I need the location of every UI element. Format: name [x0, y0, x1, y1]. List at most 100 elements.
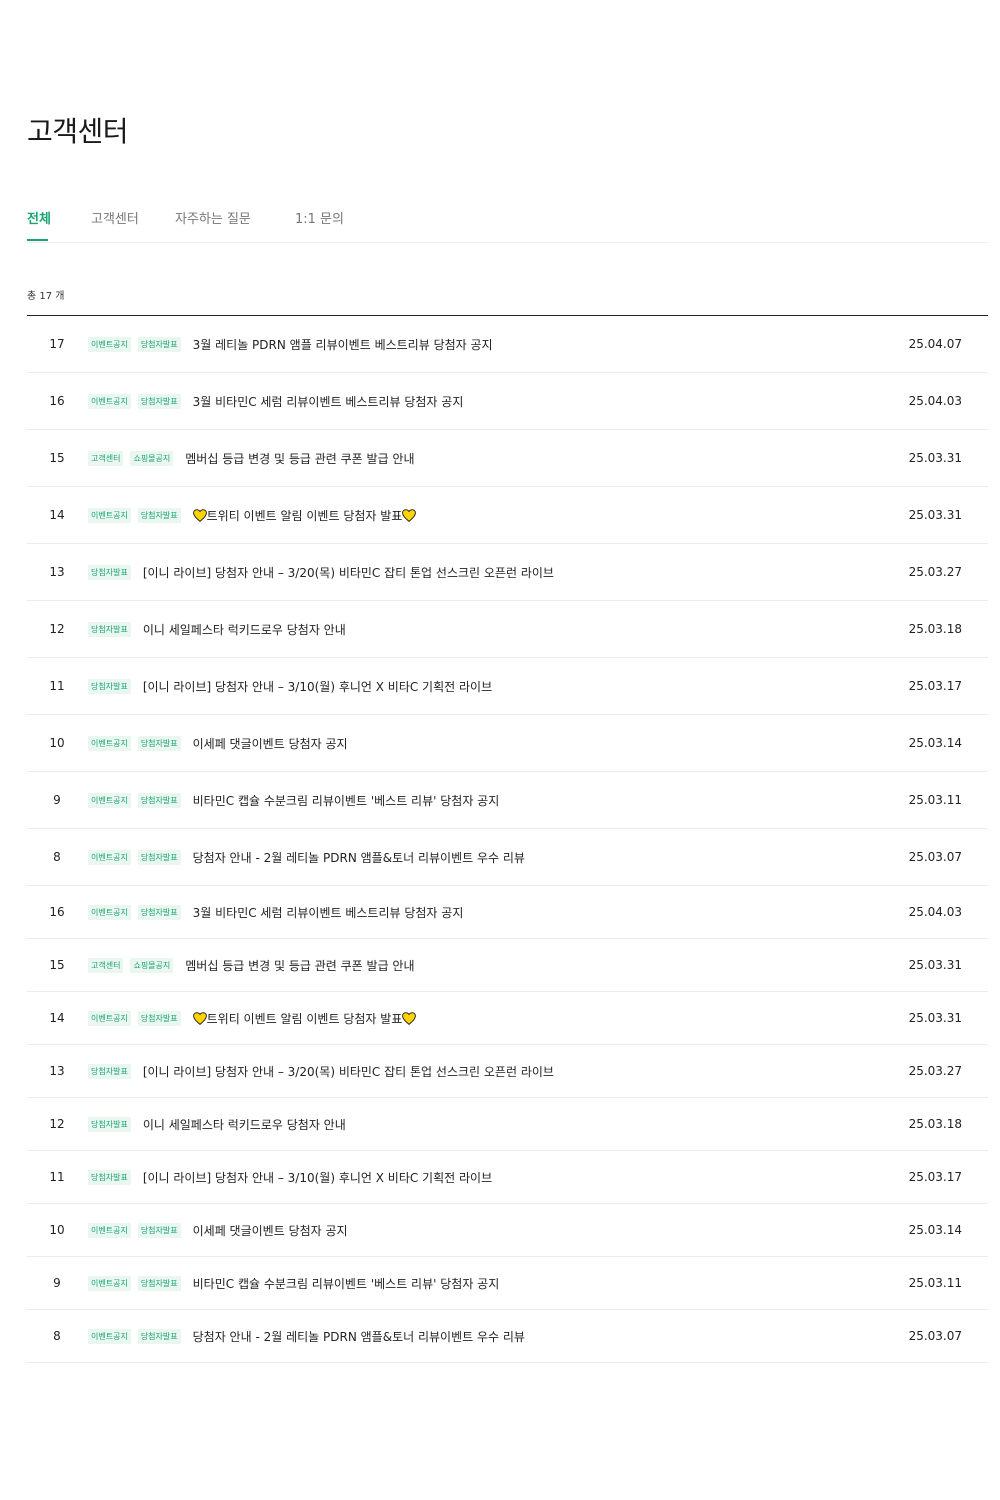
- notice-title-link[interactable]: 비타민C 캡슐 수분크림 리뷰이벤트 '베스트 리뷰' 당첨자 공지: [193, 1275, 500, 1292]
- notice-title: 3월 비타민C 세럼 리뷰이벤트 베스트리뷰 당첨자 공지: [192, 905, 464, 920]
- category-badge: 당첨자발표: [137, 849, 181, 865]
- notice-row[interactable]: 11 당첨자발표 [이니 라이브] 당첨자 안내 – 3/10(월) 후니언 X 비…: [27, 1151, 988, 1204]
- notice-date: 25.03.11: [908, 793, 962, 807]
- notice-title-link[interactable]: 이니 세일페스타 럭키드로우 당첨자 안내: [143, 1116, 346, 1133]
- notice-row[interactable]: 14 이벤트공지 당첨자발표 트위티 이벤트 알림 이벤트 당첨자 발표 25.03.3…: [27, 992, 988, 1045]
- notice-row[interactable]: 9 이벤트공지 당첨자발표 비타민C 캡슐 수분크림 리뷰이벤트 '베스트 리뷰' 당…: [27, 772, 988, 829]
- notice-title-link[interactable]: 당첨자 안내 - 2월 레티놀 PDRN 앰플&토너 리뷰이벤트 우수 리뷰: [193, 1328, 525, 1345]
- notice-number: 8: [53, 1329, 61, 1343]
- notice-row[interactable]: 13 당첨자발표 [이니 라이브] 당첨자 안내 – 3/20(목) 비타민C 잡티…: [27, 1045, 988, 1098]
- notice-row[interactable]: 16 이벤트공지 당첨자발표 3월 비타민C 세럼 리뷰이벤트 베스트리뷰 당첨자 공…: [27, 373, 988, 430]
- notice-row[interactable]: 12 당첨자발표 이니 세일페스타 럭키드로우 당첨자 안내 25.03.18: [27, 1098, 988, 1151]
- notice-title-link[interactable]: 3월 레티놀 PDRN 앰플 리뷰이벤트 베스트리뷰 당첨자 공지: [193, 336, 493, 353]
- yellow-heart-icon: [192, 1011, 207, 1025]
- category-badge: 당첨자발표: [137, 1275, 181, 1291]
- notice-row[interactable]: 14 이벤트공지 당첨자발표 트위티 이벤트 알림 이벤트 당첨자 발표 25.03.3…: [27, 487, 988, 544]
- notice-number: 11: [49, 679, 65, 693]
- notice-content: 이벤트공지 당첨자발표 당첨자 안내 - 2월 레티놀 PDRN 앰플&토너 리뷰이…: [88, 829, 525, 885]
- notice-content: 당첨자발표 이니 세일페스타 럭키드로우 당첨자 안내: [88, 1098, 346, 1150]
- notice-number: 8: [53, 850, 61, 864]
- yellow-heart-icon: [402, 508, 417, 522]
- category-badge: 이벤트공지: [88, 735, 131, 751]
- notice-date: 25.03.14: [908, 736, 962, 750]
- notice-date: 25.04.07: [908, 337, 962, 351]
- notice-row[interactable]: 10 이벤트공지 당첨자발표 이세페 댓글이벤트 당첨자 공지 25.03.14: [27, 1204, 988, 1257]
- category-badge: 이벤트공지: [88, 507, 131, 523]
- tab-all[interactable]: 전체: [27, 208, 51, 227]
- notice-title-link[interactable]: [이니 라이브] 당첨자 안내 – 3/10(월) 후니언 X 비타C 기획전 …: [143, 678, 492, 695]
- notice-date: 25.04.03: [908, 394, 962, 408]
- notice-row[interactable]: 15 고객센터 쇼핑몰공지 멤버십 등급 변경 및 등급 관련 쿠폰 발급 안내 25.…: [27, 939, 988, 992]
- notice-row[interactable]: 11 당첨자발표 [이니 라이브] 당첨자 안내 – 3/10(월) 후니언 X 비…: [27, 658, 988, 715]
- notice-date: 25.03.14: [908, 1223, 962, 1237]
- notice-title: 이니 세일페스타 럭키드로우 당첨자 안내: [142, 1117, 346, 1132]
- category-badge: 당첨자발표: [88, 1063, 131, 1079]
- notice-content: 고객센터 쇼핑몰공지 멤버십 등급 변경 및 등급 관련 쿠폰 발급 안내: [88, 430, 415, 486]
- notice-date: 25.03.27: [908, 565, 962, 579]
- notice-number: 9: [53, 793, 61, 807]
- tab-inquiry[interactable]: 1:1 문의: [295, 208, 344, 227]
- notice-row[interactable]: 13 당첨자발표 [이니 라이브] 당첨자 안내 – 3/20(목) 비타민C 잡티…: [27, 544, 988, 601]
- notice-row[interactable]: 15 고객센터 쇼핑몰공지 멤버십 등급 변경 및 등급 관련 쿠폰 발급 안내 25.…: [27, 430, 988, 487]
- notice-row[interactable]: 10 이벤트공지 당첨자발표 이세페 댓글이벤트 당첨자 공지 25.03.14: [27, 715, 988, 772]
- notice-date: 25.04.03: [908, 905, 962, 919]
- notice-title-link[interactable]: 3월 비타민C 세럼 리뷰이벤트 베스트리뷰 당첨자 공지: [193, 904, 464, 921]
- notice-title-link[interactable]: 비타민C 캡슐 수분크림 리뷰이벤트 '베스트 리뷰' 당첨자 공지: [193, 792, 500, 809]
- category-badge: 이벤트공지: [88, 1275, 131, 1291]
- category-badge: 당첨자발표: [137, 336, 181, 352]
- notice-row[interactable]: 8 이벤트공지 당첨자발표 당첨자 안내 - 2월 레티놀 PDRN 앰플&토너 리뷰…: [27, 829, 988, 886]
- category-badge: 당첨자발표: [137, 904, 181, 920]
- notice-title-link[interactable]: 이니 세일페스타 럭키드로우 당첨자 안내: [143, 621, 346, 638]
- notice-title-link[interactable]: 멤버십 등급 변경 및 등급 관련 쿠폰 발급 안내: [185, 450, 414, 467]
- notice-content: 당첨자발표 [이니 라이브] 당첨자 안내 – 3/10(월) 후니언 X 비타C…: [88, 658, 492, 714]
- notice-title: 당첨자 안내 - 2월 레티놀 PDRN 앰플&토너 리뷰이벤트 우수 리뷰: [192, 1329, 525, 1344]
- notice-date: 25.03.31: [908, 451, 962, 465]
- notice-title-link[interactable]: 당첨자 안내 - 2월 레티놀 PDRN 앰플&토너 리뷰이벤트 우수 리뷰: [193, 849, 525, 866]
- notice-content: 당첨자발표 [이니 라이브] 당첨자 안내 – 3/10(월) 후니언 X 비타C…: [88, 1151, 492, 1203]
- notice-title-link[interactable]: 이세페 댓글이벤트 당첨자 공지: [193, 1222, 348, 1239]
- notice-title-link[interactable]: 3월 비타민C 세럼 리뷰이벤트 베스트리뷰 당첨자 공지: [193, 393, 464, 410]
- notice-title-link[interactable]: 이세페 댓글이벤트 당첨자 공지: [193, 735, 348, 752]
- notice-title-link[interactable]: 트위티 이벤트 알림 이벤트 당첨자 발표: [192, 507, 417, 524]
- notice-number: 12: [49, 622, 65, 636]
- notice-title: 트위티 이벤트 알림 이벤트 당첨자 발표: [206, 1011, 403, 1026]
- category-badge: 쇼핑몰공지: [130, 450, 174, 466]
- notice-date: 25.03.17: [908, 1170, 962, 1184]
- notice-content: 이벤트공지 당첨자발표 비타민C 캡슐 수분크림 리뷰이벤트 '베스트 리뷰' 당첨…: [88, 1257, 499, 1309]
- notice-title: [이니 라이브] 당첨자 안내 – 3/10(월) 후니언 X 비타C 기획전 …: [142, 679, 493, 694]
- notice-row[interactable]: 8 이벤트공지 당첨자발표 당첨자 안내 - 2월 레티놀 PDRN 앰플&토너 리뷰…: [27, 1310, 988, 1363]
- active-tab-indicator: [27, 239, 48, 241]
- notice-title-link[interactable]: [이니 라이브] 당첨자 안내 – 3/20(목) 비타민C 잡티 톤업 선스크…: [143, 1063, 554, 1080]
- notice-title: 3월 레티놀 PDRN 앰플 리뷰이벤트 베스트리뷰 당첨자 공지: [192, 337, 493, 352]
- notice-number: 14: [49, 508, 65, 522]
- category-badge: 당첨자발표: [137, 507, 181, 523]
- notice-title: [이니 라이브] 당첨자 안내 – 3/20(목) 비타민C 잡티 톤업 선스크…: [142, 1064, 554, 1079]
- notice-row[interactable]: 16 이벤트공지 당첨자발표 3월 비타민C 세럼 리뷰이벤트 베스트리뷰 당첨자 공…: [27, 886, 988, 939]
- tab-customer-center[interactable]: 고객센터: [91, 208, 139, 227]
- category-badge: 이벤트공지: [88, 849, 131, 865]
- notice-date: 25.03.07: [908, 850, 962, 864]
- notice-date: 25.03.31: [908, 1011, 962, 1025]
- notice-title: 당첨자 안내 - 2월 레티놀 PDRN 앰플&토너 리뷰이벤트 우수 리뷰: [192, 850, 525, 865]
- notice-number: 15: [49, 958, 65, 972]
- notice-title-link[interactable]: [이니 라이브] 당첨자 안내 – 3/10(월) 후니언 X 비타C 기획전 …: [143, 1169, 492, 1186]
- page-title: 고객센터: [27, 115, 129, 148]
- notice-title-link[interactable]: 트위티 이벤트 알림 이벤트 당첨자 발표: [192, 1010, 417, 1027]
- notice-row[interactable]: 9 이벤트공지 당첨자발표 비타민C 캡슐 수분크림 리뷰이벤트 '베스트 리뷰' 당…: [27, 1257, 988, 1310]
- notice-title-link[interactable]: [이니 라이브] 당첨자 안내 – 3/20(목) 비타민C 잡티 톤업 선스크…: [143, 564, 554, 581]
- category-badge: 이벤트공지: [88, 792, 131, 808]
- notice-row[interactable]: 12 당첨자발표 이니 세일페스타 럭키드로우 당첨자 안내 25.03.18: [27, 601, 988, 658]
- notice-content: 이벤트공지 당첨자발표 비타민C 캡슐 수분크림 리뷰이벤트 '베스트 리뷰' 당첨…: [88, 772, 499, 828]
- category-badge: 당첨자발표: [88, 1116, 131, 1132]
- category-badge: 당첨자발표: [88, 678, 131, 694]
- notice-number: 11: [49, 1170, 65, 1184]
- category-badge: 당첨자발표: [88, 1169, 131, 1185]
- tab-faq[interactable]: 자주하는 질문: [175, 208, 251, 227]
- notice-number: 15: [49, 451, 65, 465]
- notice-number: 13: [49, 565, 65, 579]
- notice-title-link[interactable]: 멤버십 등급 변경 및 등급 관련 쿠폰 발급 안내: [185, 957, 414, 974]
- category-badge: 고객센터: [88, 450, 124, 466]
- notice-row[interactable]: 17 이벤트공지 당첨자발표 3월 레티놀 PDRN 앰플 리뷰이벤트 베스트리뷰 당…: [27, 316, 988, 373]
- notice-content: 이벤트공지 당첨자발표 3월 비타민C 세럼 리뷰이벤트 베스트리뷰 당첨자 공지: [88, 886, 463, 938]
- notice-number: 17: [49, 337, 65, 351]
